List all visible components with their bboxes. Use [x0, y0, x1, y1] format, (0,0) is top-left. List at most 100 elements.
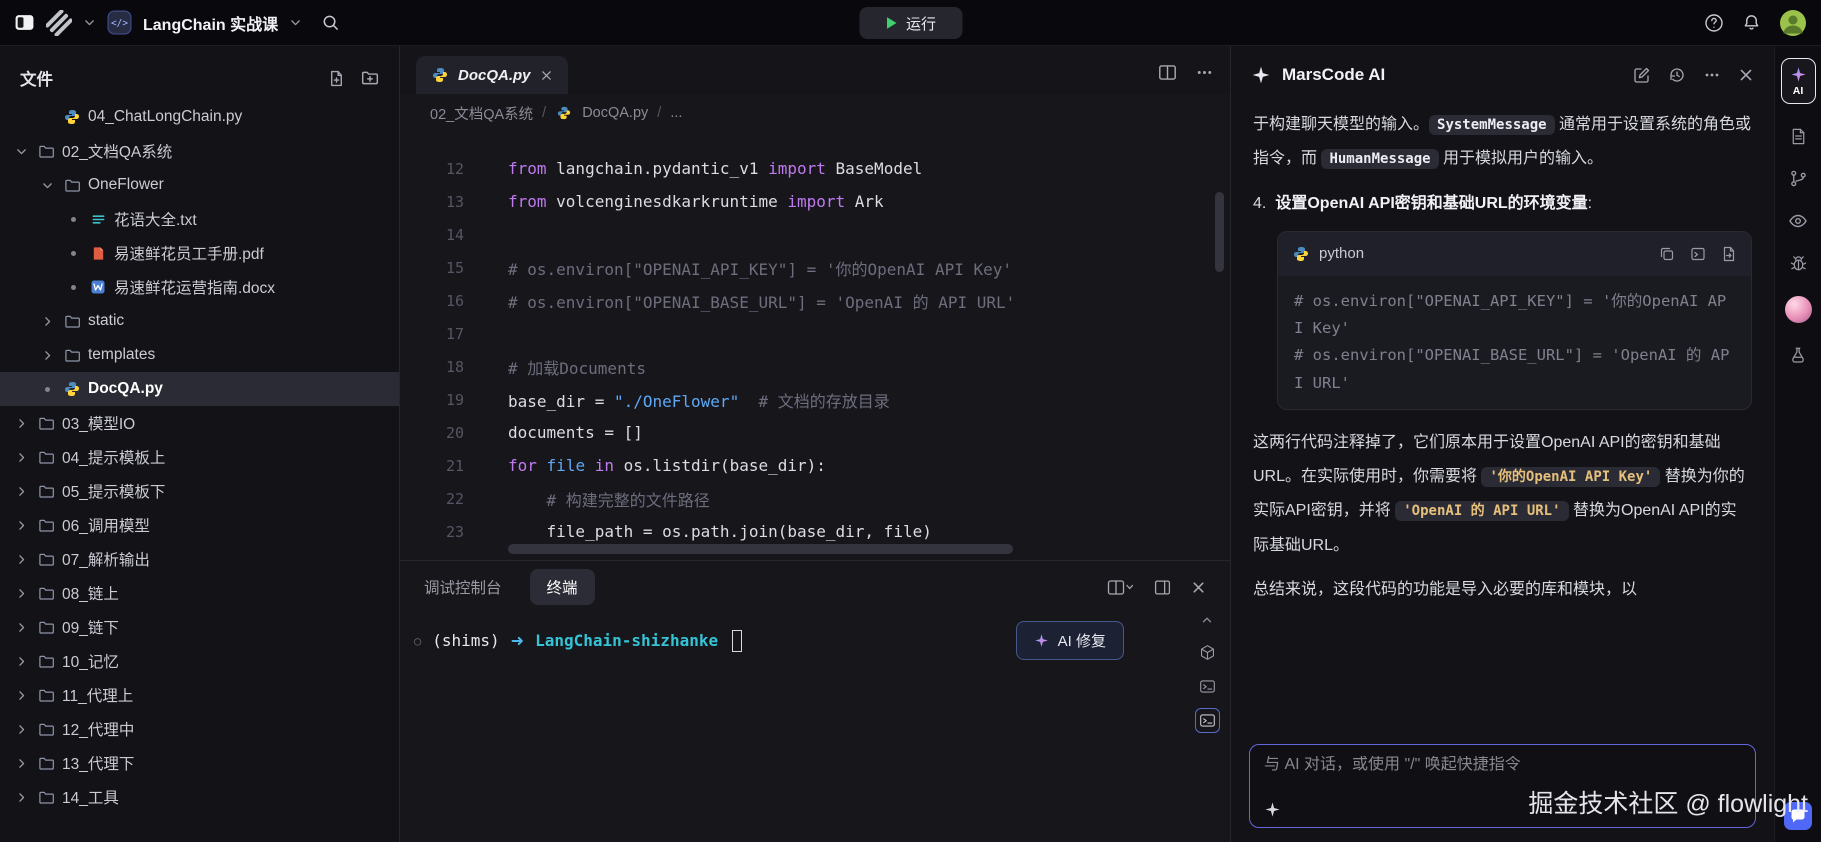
new-folder-icon[interactable] [361, 69, 379, 87]
chevron-icon [12, 485, 30, 498]
panel-layout-icon[interactable] [1154, 579, 1171, 596]
line-number: 15 [400, 259, 464, 277]
close-tab-icon[interactable] [540, 69, 553, 82]
source-control-icon[interactable] [1789, 169, 1808, 188]
vertical-scrollbar[interactable] [1215, 192, 1224, 272]
code-line[interactable]: 17 [400, 317, 1230, 350]
tree-item-label: 08_链上 [62, 582, 119, 604]
docs-icon[interactable] [1789, 127, 1808, 146]
code-line[interactable]: 15# os.environ["OPENAI_API_KEY"] = '你的Op… [400, 251, 1230, 284]
code-line[interactable]: 16# os.environ["OPENAI_BASE_URL"] = 'Ope… [400, 284, 1230, 317]
lab-flask-icon[interactable] [1789, 346, 1807, 364]
copy-icon[interactable] [1659, 246, 1675, 262]
help-icon[interactable] [1704, 13, 1724, 33]
file-tree: 04_ChatLongChain.py02_文档QA系统OneFlower花语大… [0, 100, 399, 842]
code-line[interactable]: 22 # 构建完整的文件路径 [400, 482, 1230, 515]
tree-item-folder[interactable]: OneFlower [0, 168, 399, 202]
tree-item-file[interactable]: 易速鲜花运营指南.docx [0, 270, 399, 304]
tree-item-label: 03_模型IO [62, 412, 135, 434]
tree-item-folder[interactable]: 11_代理上 [0, 678, 399, 712]
code-line[interactable]: 20documents = [] [400, 416, 1230, 449]
close-panel-icon[interactable] [1738, 67, 1754, 83]
cube-icon[interactable] [1195, 640, 1220, 665]
tree-item-folder[interactable]: 07_解析输出 [0, 542, 399, 576]
run-button[interactable]: 运行 [859, 7, 962, 39]
app-logo-icon[interactable] [46, 10, 72, 36]
code-line[interactable]: 13from volcenginesdkarkruntime import Ar… [400, 185, 1230, 218]
notifications-icon[interactable] [1742, 13, 1761, 32]
sidebar-toggle-icon[interactable] [14, 12, 35, 33]
terminal-active-icon[interactable] [1195, 708, 1220, 733]
tree-item-folder[interactable]: 04_提示模板上 [0, 440, 399, 474]
horizontal-scrollbar[interactable] [508, 544, 1013, 554]
tree-item-file[interactable]: 04_ChatLongChain.py [0, 100, 399, 134]
history-icon[interactable] [1668, 66, 1686, 84]
split-editor-icon[interactable] [1158, 63, 1177, 82]
scroll-up-icon[interactable] [1200, 613, 1214, 627]
more-actions-icon[interactable] [1195, 63, 1214, 82]
code-block-language: python [1319, 238, 1364, 270]
ai-chat-input[interactable] [1264, 756, 1741, 774]
breadcrumb-more[interactable]: ... [670, 105, 682, 121]
ai-assistant-button[interactable]: AI [1781, 58, 1816, 104]
tree-item-folder[interactable]: 03_模型IO [0, 406, 399, 440]
python-icon [63, 109, 81, 125]
search-icon[interactable] [321, 13, 340, 32]
split-terminal-icon[interactable] [1107, 579, 1134, 596]
tree-item-folder[interactable]: 02_文档QA系统 [0, 134, 399, 168]
new-file-icon[interactable] [328, 69, 345, 87]
breadcrumb: 02_文档QA系统 / DocQA.py / ... [400, 94, 1230, 132]
breadcrumb-file[interactable]: DocQA.py [582, 105, 648, 121]
line-number: 22 [400, 490, 464, 508]
ai-message-paragraph: 这两行代码注释掉了，它们原本用于设置OpenAI API的密钥和基础URL。在实… [1253, 426, 1752, 564]
code-line[interactable]: 21for file in os.listdir(base_dir): [400, 449, 1230, 482]
tree-item-folder[interactable]: 14_工具 [0, 780, 399, 814]
tree-item-file[interactable]: 易速鲜花员工手册.pdf [0, 236, 399, 270]
user-avatar[interactable] [1779, 9, 1807, 37]
tree-item-folder[interactable]: 08_链上 [0, 576, 399, 610]
new-chat-icon[interactable] [1633, 66, 1651, 84]
tree-item-folder[interactable]: 12_代理中 [0, 712, 399, 746]
tree-item-file[interactable]: 花语大全.txt [0, 202, 399, 236]
debug-bug-icon[interactable] [1789, 254, 1808, 273]
tree-item-folder[interactable]: templates [0, 338, 399, 372]
python-icon [431, 67, 449, 83]
code-line[interactable]: 14 [400, 218, 1230, 251]
project-name[interactable]: LangChain 实战课 [143, 11, 278, 35]
code-line[interactable]: 12from langchain.pydantic_v1 import Base… [400, 152, 1230, 185]
insert-file-icon[interactable] [1721, 246, 1737, 262]
modified-dot [71, 285, 76, 290]
terminal[interactable]: ○ (shims) ➜ LangChain-shizhanke AI 修复 [400, 613, 1184, 842]
terminal-icon[interactable] [1195, 674, 1220, 699]
chevron-down-icon[interactable] [83, 16, 96, 29]
preview-eye-icon[interactable] [1788, 211, 1808, 231]
insert-terminal-icon[interactable] [1690, 246, 1706, 262]
chevron-icon [12, 145, 30, 158]
tree-item-folder[interactable]: 05_提示模板下 [0, 474, 399, 508]
breadcrumb-folder[interactable]: 02_文档QA系统 [430, 103, 533, 124]
tree-item-folder[interactable]: 09_链下 [0, 610, 399, 644]
tree-item-folder[interactable]: 10_记忆 [0, 644, 399, 678]
folder-icon [37, 585, 55, 602]
tree-item-folder[interactable]: 13_代理下 [0, 746, 399, 780]
tree-item-folder[interactable]: 06_调用模型 [0, 508, 399, 542]
chevron-icon [12, 723, 30, 736]
tab-debug-console[interactable]: 调试控制台 [424, 576, 502, 598]
ai-fix-button[interactable]: AI 修复 [1016, 621, 1124, 660]
code-editor[interactable]: 12from langchain.pydantic_v1 import Base… [400, 132, 1230, 560]
folder-icon [63, 347, 81, 364]
explorer-title: 文件 [20, 66, 53, 90]
editor-tab[interactable]: DocQA.py [416, 56, 568, 94]
code-line[interactable]: 18# 加载Documents [400, 350, 1230, 383]
tab-terminal[interactable]: 终端 [530, 569, 595, 605]
community-avatar[interactable] [1785, 296, 1812, 323]
chevron-down-icon[interactable] [289, 16, 302, 29]
close-panel-icon[interactable] [1191, 580, 1206, 595]
code-line[interactable]: 19base_dir = "./OneFlower" # 文档的存放目录 [400, 383, 1230, 416]
tree-item-file[interactable]: DocQA.py [0, 372, 399, 406]
tree-item-folder[interactable]: static [0, 304, 399, 338]
ai-messages: 于构建聊天模型的输入。SystemMessage 通常用于设置系统的角色或指令，… [1231, 104, 1774, 738]
tree-item-label: 07_解析输出 [62, 548, 150, 570]
folder-icon [37, 449, 55, 466]
more-options-icon[interactable] [1703, 66, 1721, 84]
